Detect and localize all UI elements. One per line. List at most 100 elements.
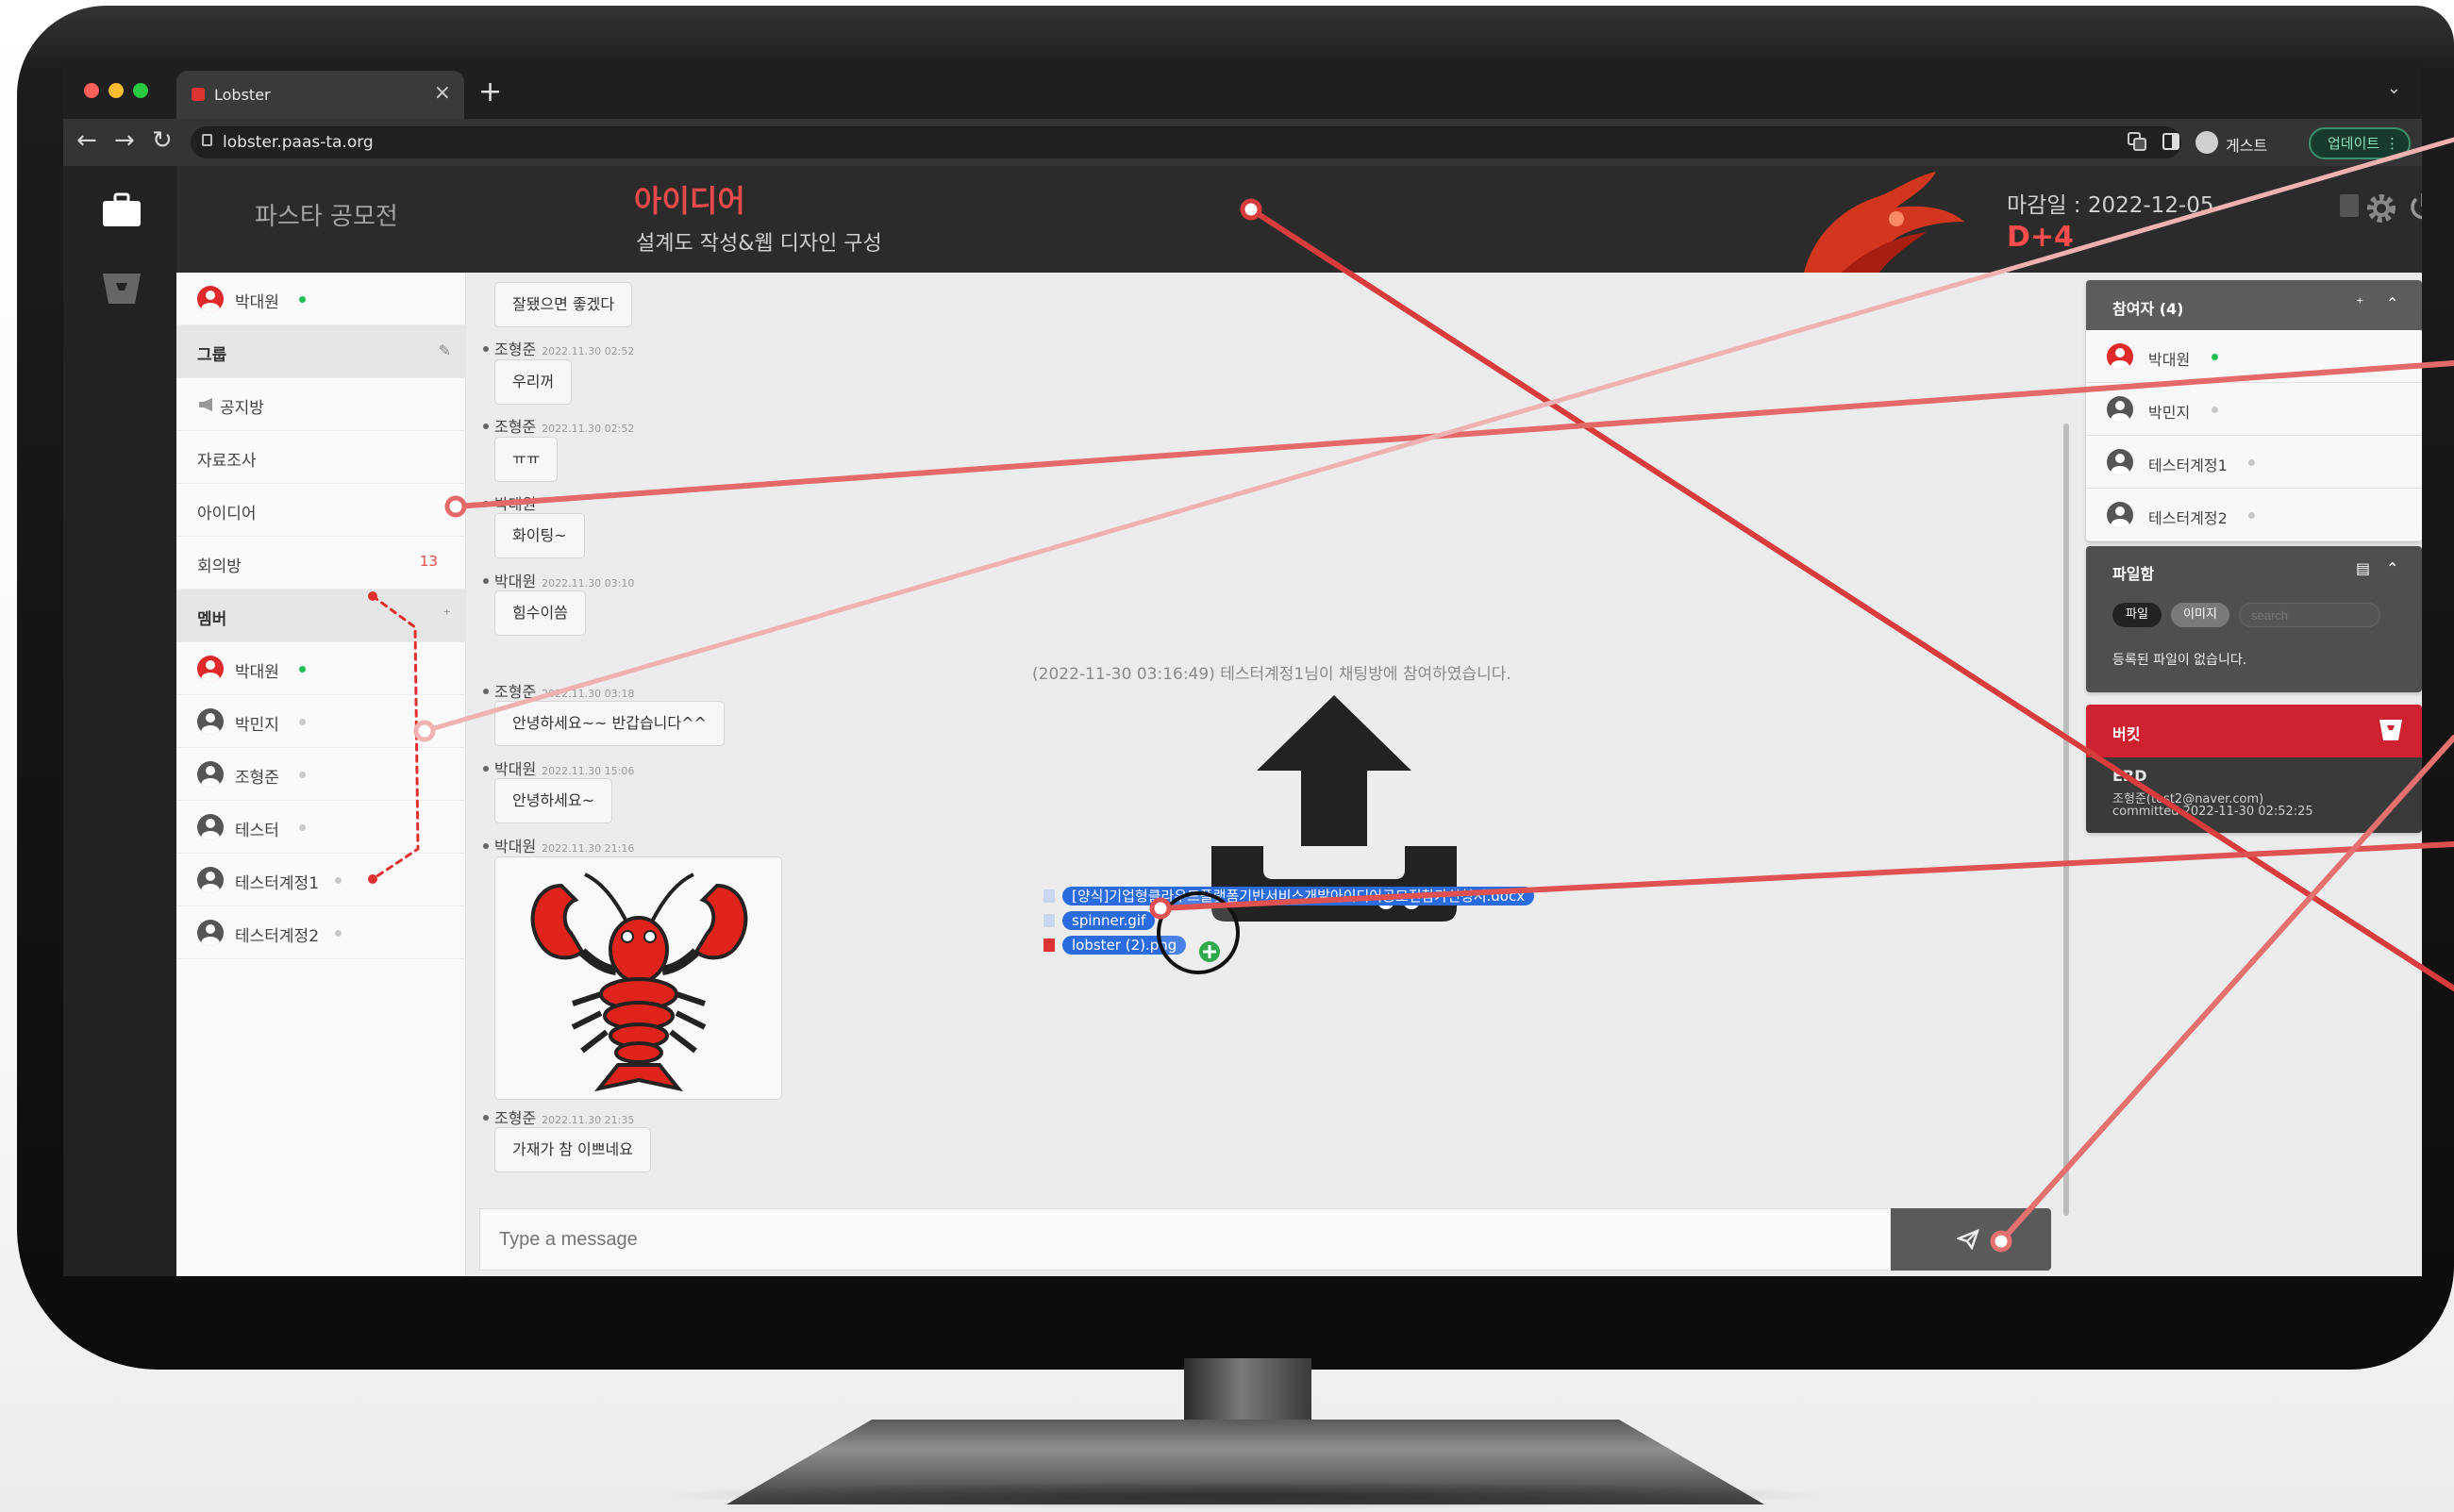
room-item-meeting[interactable]: 회의방 13 (176, 537, 466, 590)
participants-card: 참여자 (4) ⁺ ⌃ 박대원 박민지 테스터계정1 테스터계정2 (2086, 280, 2422, 541)
member-item[interactable]: 테스터 (176, 801, 466, 854)
member-item[interactable]: 박민지 (176, 695, 466, 748)
avatar-icon (2107, 449, 2133, 475)
message-bullet (483, 843, 489, 849)
stand-shadow (651, 1481, 1840, 1509)
forward-icon[interactable]: → (114, 126, 135, 155)
add-group-icon[interactable]: ✎ (439, 341, 451, 359)
message-header: 박대원 2022.11.30 21:16 (494, 834, 634, 856)
translate-icon[interactable] (2128, 132, 2146, 151)
briefcase-icon[interactable] (101, 192, 142, 228)
deadline-label: 마감일 : 2022-12-05 (2007, 193, 2214, 218)
upload-file-icon[interactable]: ▤ (2356, 559, 2370, 577)
add-participant-icon[interactable]: ⁺ (2356, 294, 2363, 312)
offline-status-icon (299, 719, 306, 725)
side-panel-icon[interactable] (2162, 132, 2180, 151)
power-icon[interactable] (2407, 191, 2422, 223)
bucket-icon[interactable] (101, 270, 142, 307)
new-tab-icon[interactable]: + (478, 78, 502, 107)
image-file-icon (1043, 938, 1055, 952)
back-icon[interactable]: ← (76, 126, 97, 155)
member-item[interactable]: 조형준 (176, 748, 466, 801)
profile-label[interactable]: 게스트 (2226, 133, 2267, 156)
bucket-header[interactable]: 버킷 (2086, 705, 2422, 757)
reload-icon[interactable]: ↻ (152, 126, 173, 155)
message-time: 2022.11.30 21:35 (542, 1114, 635, 1126)
document-icon[interactable] (2337, 192, 2362, 219)
collapse-icon[interactable]: ⌃ (2386, 294, 2398, 312)
filebox-tab-image[interactable]: 이미지 (2171, 603, 2229, 627)
member-name: 박민지 (235, 716, 279, 735)
browser-menu-icon[interactable]: ⋮ (2385, 129, 2399, 158)
room-item-idea[interactable]: 아이디어 (176, 484, 466, 537)
browser-tab-strip: Lobster × + ⌄ (63, 59, 2422, 119)
megaphone-icon (199, 398, 212, 411)
add-member-icon[interactable]: ⁺ (443, 606, 451, 623)
current-user[interactable]: 박대원 (176, 273, 466, 325)
member-item[interactable]: 테스터계정2 (176, 906, 466, 959)
app-header: 파스타 공모전 아이디어 설계도 작성&웹 디자인 구성 마감일 : 2022-… (176, 166, 2422, 273)
collapse-icon[interactable]: ⌃ (2386, 559, 2398, 577)
address-bar[interactable]: lobster.paas-ta.org (191, 126, 2181, 158)
message-bullet (483, 578, 489, 584)
update-button[interactable]: 업데이트 ⋮ (2309, 127, 2411, 159)
tab-close-icon[interactable]: × (434, 82, 451, 105)
bucket-icon[interactable] (2379, 718, 2403, 742)
message-time: 2022.11.30 02:52 (542, 423, 635, 435)
member-item[interactable]: 박대원 (176, 642, 466, 695)
participant-name: 박대원 (2148, 351, 2191, 369)
offline-status-icon (2248, 512, 2255, 519)
offline-status-icon (2212, 407, 2218, 413)
message-bullet (483, 766, 489, 772)
dragged-file-name: [양식]기업형클라우드플랫폼기반서비스개발아이디어공모전참가신청서.docx (1062, 886, 1535, 906)
participant-name: 박민지 (2148, 404, 2191, 422)
message-composer[interactable] (479, 1208, 1890, 1271)
room-item-label: 회의방 (197, 557, 242, 576)
message-input[interactable] (480, 1209, 1890, 1270)
participant-item[interactable]: 테스터계정1 (2086, 436, 2422, 489)
participant-item[interactable]: 테스터계정2 (2086, 489, 2422, 541)
right-panel: 참여자 (4) ⁺ ⌃ 박대원 박민지 테스터계정1 테스터계정2 파일함 ▤ … (2075, 273, 2422, 1276)
left-rail (63, 166, 176, 1276)
chat-scrollbar[interactable] (2063, 424, 2069, 1216)
message-author: 박대원 (494, 573, 537, 590)
dragged-file: lobster (2).png (1043, 935, 1534, 957)
room-description: 설계도 작성&웹 디자인 구성 (636, 232, 882, 256)
message-author: 조형준 (494, 1109, 537, 1127)
message-bullet (483, 424, 489, 429)
gear-icon[interactable] (2365, 192, 2397, 224)
message-header: 박대원 2022.11.30 15:06 (494, 756, 634, 779)
image-message[interactable] (494, 856, 782, 1100)
chat-area: 잘됐으면 좋겠다 조형준 2022.11.30 02:52 우리꺼 조형준 2022… (466, 273, 2075, 1276)
send-button[interactable] (1891, 1208, 2051, 1271)
member-item[interactable]: 테스터계정1 (176, 854, 466, 906)
window-maximize-dot[interactable] (133, 83, 148, 98)
message-bullet (483, 1115, 489, 1121)
message-author: 조형준 (494, 683, 537, 701)
filebox-search-input[interactable] (2239, 603, 2380, 627)
filebox-tab-file[interactable]: 파일 (2112, 603, 2162, 627)
participant-item[interactable]: 박대원 (2086, 330, 2422, 383)
offline-status-icon (2248, 459, 2255, 466)
profile-avatar-icon[interactable] (2195, 131, 2218, 154)
message-header: 조형준 2022.11.30 02:52 (494, 414, 634, 437)
room-item-notice[interactable]: 공지방 (176, 378, 466, 431)
bucket-item[interactable]: ERD 조형준(test2@naver.com) committed 2022-… (2086, 757, 2422, 833)
browser-tab[interactable]: Lobster × (176, 71, 464, 119)
participants-header[interactable]: 참여자 (4) ⁺ ⌃ (2086, 280, 2422, 330)
avatar-icon (197, 814, 224, 840)
message-bullet (483, 689, 489, 694)
tab-search-icon[interactable]: ⌄ (2387, 78, 2401, 98)
message-bubble: 안녕하세요~~ 반갑습니다^^ (494, 701, 725, 746)
dragged-files[interactable]: [양식]기업형클라우드플랫폼기반서비스개발아이디어공모전참가신청서.docx s… (1043, 886, 1535, 959)
window-close-dot[interactable] (84, 83, 99, 98)
workspace-title[interactable]: 파스타 공모전 (255, 197, 398, 232)
room-item-research[interactable]: 자료조사 (176, 431, 466, 484)
window-minimize-dot[interactable] (109, 83, 124, 98)
monitor-neck (1184, 1358, 1311, 1429)
member-name: 테스터 (235, 822, 279, 840)
message-author: 조형준 (494, 341, 537, 358)
message-bubble: 힘수이씀 (494, 590, 586, 636)
participant-item[interactable]: 박민지 (2086, 383, 2422, 436)
avatar-icon (197, 656, 224, 682)
